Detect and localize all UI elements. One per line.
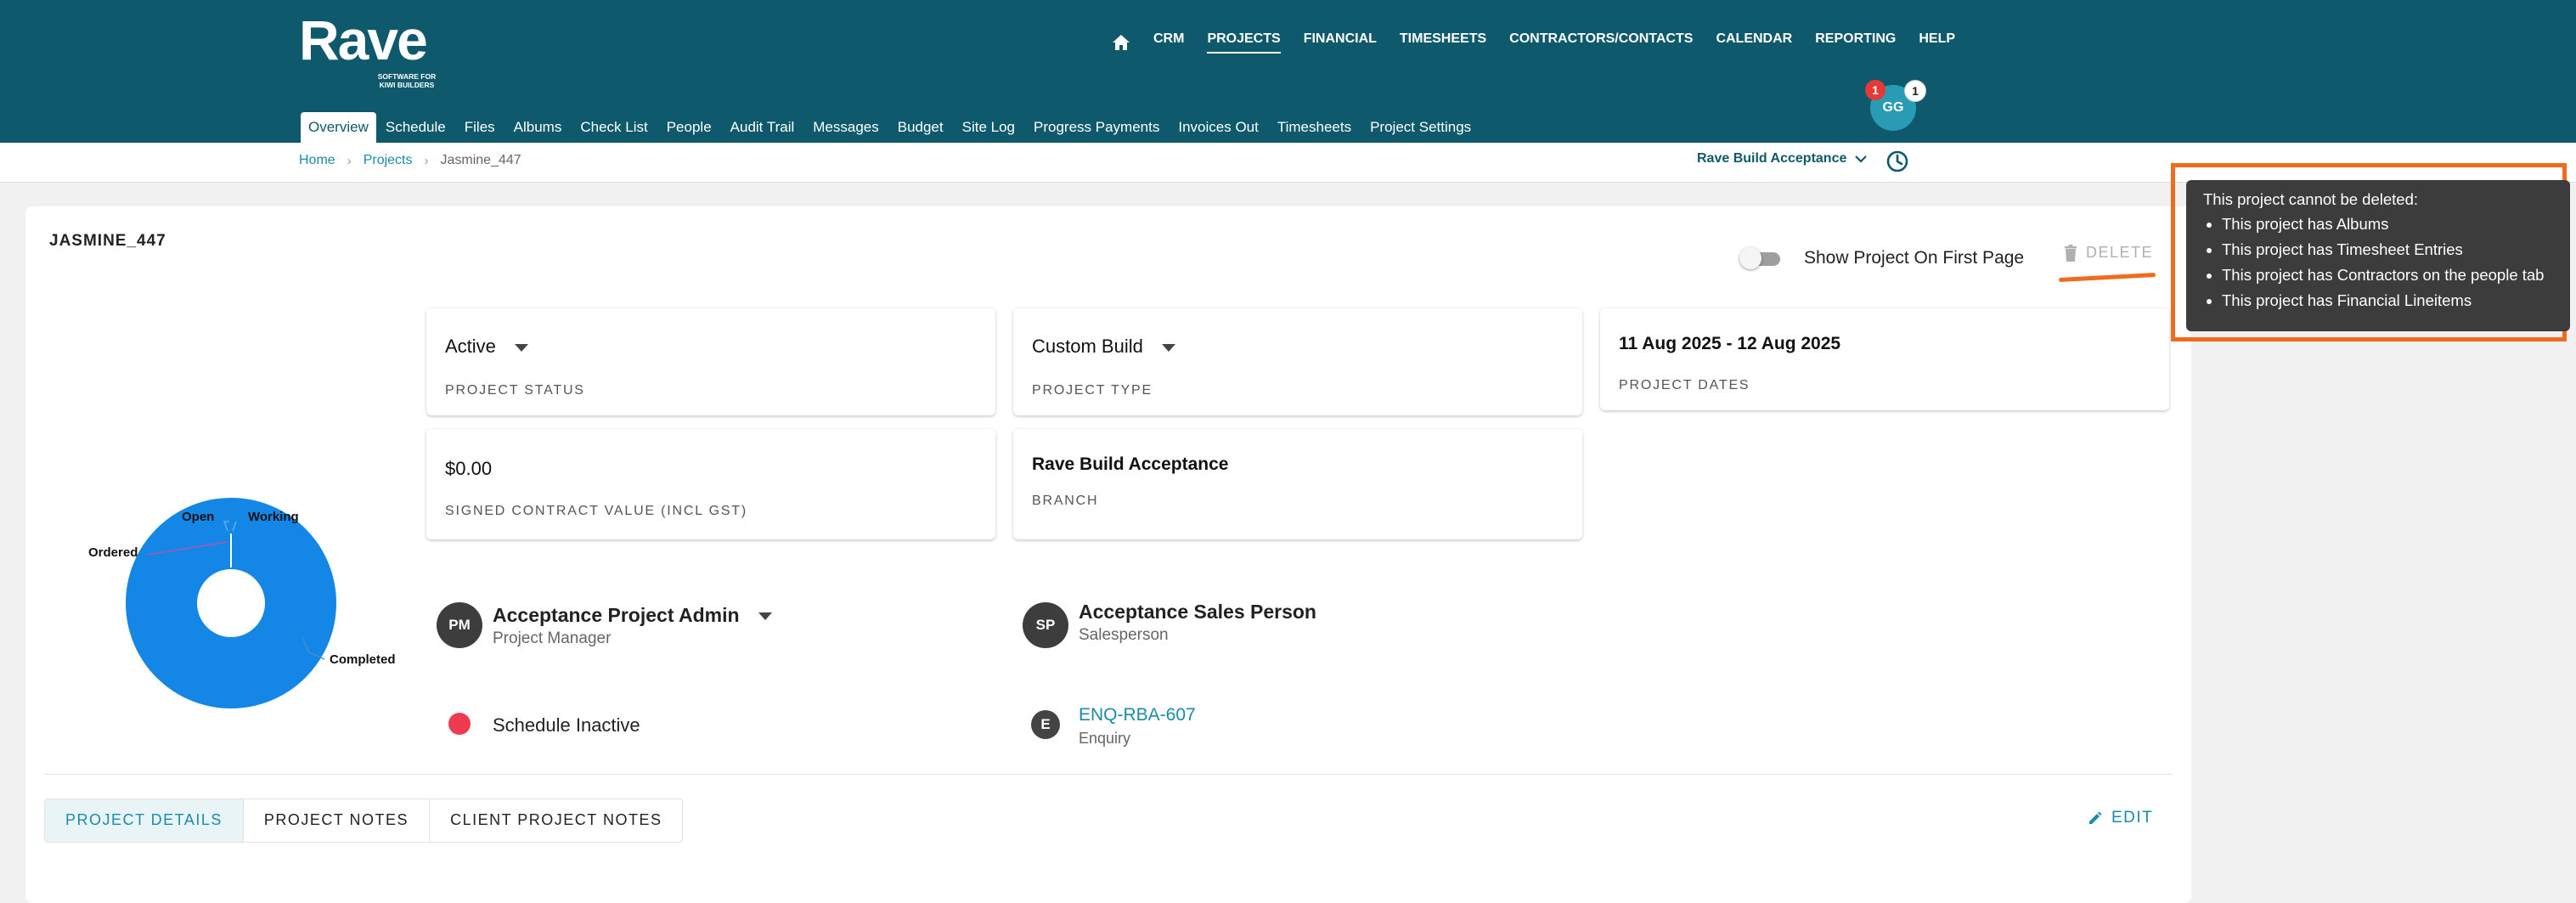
- tab-audit-trail[interactable]: Audit Trail: [721, 112, 804, 143]
- project-status-dropdown[interactable]: Active: [445, 336, 528, 358]
- breadcrumb: Home › Projects › Jasmine_447: [299, 153, 521, 168]
- project-sub-nav: Overview Schedule Files Albums Check Lis…: [301, 107, 1480, 143]
- enquiry-label: Enquiry: [1079, 730, 1131, 747]
- top-nav-contractors-contacts[interactable]: CONTRACTORS/CONTACTS: [1509, 31, 1693, 54]
- schedule-status-text: Schedule Inactive: [493, 714, 640, 736]
- trash-icon: [2065, 244, 2077, 262]
- tab-project-notes[interactable]: PROJECT NOTES: [244, 799, 431, 842]
- tab-messages[interactable]: Messages: [803, 112, 888, 143]
- project-manager-avatar: PM: [437, 602, 482, 648]
- project-manager-role: Project Manager: [493, 629, 612, 647]
- salesperson-name: Acceptance Sales Person: [1079, 601, 1316, 623]
- tab-people[interactable]: People: [657, 112, 721, 143]
- breadcrumb-home[interactable]: Home: [299, 153, 335, 168]
- rave-logo[interactable]: Rave SOFTWARE FOR KIWI BUILDERS: [299, 8, 443, 89]
- tab-timesheets[interactable]: Timesheets: [1268, 112, 1361, 143]
- tab-invoices-out[interactable]: Invoices Out: [1169, 112, 1268, 143]
- caret-down-icon: [1161, 343, 1175, 352]
- branch-card[interactable]: Rave Build Acceptance BRANCH: [1013, 429, 1582, 539]
- tab-check-list[interactable]: Check List: [571, 112, 657, 143]
- logo-wordmark: Rave: [299, 8, 428, 71]
- breadcrumb-projects[interactable]: Projects: [364, 153, 413, 168]
- notification-badge-red[interactable]: 1: [1865, 80, 1885, 100]
- delete-button[interactable]: DELETE: [2064, 244, 2153, 262]
- tooltip-reason: This project has Albums: [2222, 212, 2576, 237]
- home-icon[interactable]: [1113, 33, 1131, 52]
- section-divider: [44, 774, 2173, 775]
- toggle-knob: [1739, 247, 1761, 269]
- svg-text:Ordered: Ordered: [88, 545, 138, 560]
- top-nav-help[interactable]: HELP: [1919, 31, 1955, 54]
- caret-down-icon: [758, 612, 772, 620]
- project-dates-value: 11 Aug 2025 - 12 Aug 2025: [1619, 334, 1841, 353]
- salesperson-role: Salesperson: [1079, 626, 1169, 644]
- top-nav-calendar[interactable]: CALENDAR: [1716, 31, 1792, 54]
- salesperson-avatar: SP: [1023, 602, 1068, 648]
- tab-files[interactable]: Files: [455, 112, 504, 143]
- breadcrumb-current: Jasmine_447: [440, 153, 521, 167]
- pencil-icon: [2089, 811, 2102, 824]
- delete-disabled-tooltip: This project cannot be deleted: This pro…: [2186, 180, 2570, 331]
- project-type-dropdown[interactable]: Custom Build: [1032, 336, 1175, 358]
- branch-selector-label: Rave Build Acceptance: [1697, 151, 1847, 166]
- svg-text:Working: Working: [248, 510, 299, 524]
- top-nav-timesheets[interactable]: TIMESHEETS: [1400, 31, 1486, 54]
- project-title: JASMINE_447: [49, 232, 166, 250]
- delete-button-label: DELETE: [2086, 244, 2154, 261]
- project-dates-card[interactable]: 11 Aug 2025 - 12 Aug 2025 PROJECT DATES: [1600, 308, 2169, 410]
- svg-text:Open: Open: [182, 510, 214, 524]
- enquiry-icon: E: [1031, 710, 1060, 739]
- project-manager-name[interactable]: Acceptance Project Admin: [493, 604, 772, 627]
- tab-albums[interactable]: Albums: [504, 112, 572, 143]
- chevron-right-icon: ›: [347, 153, 352, 168]
- branch-selector[interactable]: Rave Build Acceptance: [1697, 151, 1868, 166]
- project-type-card[interactable]: Custom Build PROJECT TYPE: [1013, 308, 1582, 415]
- tab-progress-payments[interactable]: Progress Payments: [1024, 112, 1169, 143]
- tab-project-details[interactable]: PROJECT DETAILS: [45, 799, 244, 842]
- tab-overview[interactable]: Overview: [301, 112, 376, 143]
- tooltip-reason-list: This project has Albums This project has…: [2203, 212, 2576, 313]
- tooltip-reason: This project has Financial Lineitems: [2222, 288, 2576, 313]
- schedule-status-dot: [448, 713, 471, 735]
- logo-tagline: SOFTWARE FOR KIWI BUILDERS: [377, 72, 437, 89]
- history-clock-icon[interactable]: [1884, 148, 1911, 175]
- show-on-first-page-toggle[interactable]: [1739, 246, 1785, 271]
- tab-project-settings[interactable]: Project Settings: [1361, 112, 1480, 143]
- notification-badge-white[interactable]: 1: [1904, 80, 1926, 102]
- project-overview-card: JASMINE_447 Show Project On First Page D…: [25, 206, 2191, 903]
- enquiry-link[interactable]: ENQ-RBA-607: [1079, 705, 1196, 725]
- tooltip-reason: This project has Timesheet Entries: [2222, 237, 2576, 262]
- top-nav-financial[interactable]: FINANCIAL: [1304, 31, 1377, 54]
- tab-budget[interactable]: Budget: [888, 112, 953, 143]
- show-on-first-page-label: Show Project On First Page: [1804, 248, 2025, 268]
- top-nav-crm[interactable]: CRM: [1153, 31, 1184, 54]
- edit-button[interactable]: EDIT: [2088, 809, 2153, 827]
- tooltip-reason: This project has Contractors on the peop…: [2222, 262, 2576, 288]
- contract-value: $0.00: [445, 458, 493, 479]
- project-status-card[interactable]: Active PROJECT STATUS: [426, 308, 995, 415]
- details-tabs: PROJECT DETAILS PROJECT NOTES CLIENT PRO…: [44, 799, 684, 843]
- annotation-underline: [2058, 273, 2156, 282]
- branch-value: Rave Build Acceptance: [1032, 454, 1229, 474]
- tab-client-project-notes[interactable]: CLIENT PROJECT NOTES: [430, 799, 682, 842]
- top-nav: CRM PROJECTS FINANCIAL TIMESHEETS CONTRA…: [1113, 31, 1978, 54]
- chevron-down-icon: [1855, 155, 1868, 163]
- app-header: Rave SOFTWARE FOR KIWI BUILDERS CRM PROJ…: [0, 0, 2576, 143]
- top-nav-projects[interactable]: PROJECTS: [1207, 31, 1281, 54]
- top-nav-reporting[interactable]: REPORTING: [1815, 31, 1896, 54]
- contract-value-card[interactable]: $0.00 SIGNED CONTRACT VALUE (INCL GST): [426, 429, 995, 539]
- tab-site-log[interactable]: Site Log: [953, 112, 1024, 143]
- project-status-donut-chart: Ordered Open Working Completed: [88, 498, 396, 708]
- tooltip-title: This project cannot be deleted:: [2203, 190, 2418, 208]
- caret-down-icon: [514, 343, 528, 352]
- edit-button-label: EDIT: [2111, 809, 2154, 827]
- tab-schedule[interactable]: Schedule: [376, 112, 455, 143]
- svg-text:Completed: Completed: [330, 652, 396, 667]
- chevron-right-icon: ›: [424, 153, 429, 168]
